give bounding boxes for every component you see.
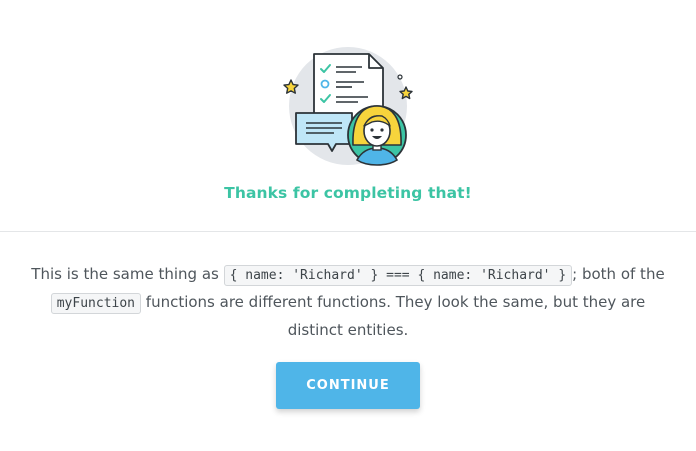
success-illustration bbox=[278, 40, 418, 170]
success-title: Thanks for completing that! bbox=[224, 184, 472, 202]
smiling-avatar-icon bbox=[347, 105, 407, 166]
explanation-text: This is the same thing as { name: 'Richa… bbox=[30, 261, 666, 344]
code-snippet: { name: 'Richard' } === { name: 'Richard… bbox=[223, 265, 573, 286]
explanation-text-part: functions are different functions. They … bbox=[141, 293, 646, 339]
continue-button[interactable]: CONTINUE bbox=[276, 362, 420, 409]
code-snippet: myFunction bbox=[50, 293, 142, 314]
explanation-text-part: This is the same thing as bbox=[31, 265, 224, 283]
section-divider bbox=[0, 231, 696, 232]
explanation-text-part: ; both of the bbox=[572, 265, 665, 283]
